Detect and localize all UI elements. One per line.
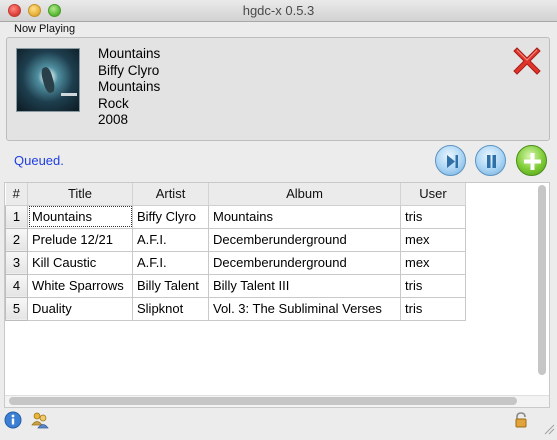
table-row[interactable]: 1 Mountains Biffy Clyro Mountains tris (5, 204, 466, 229)
cell-artist[interactable]: Billy Talent (132, 273, 209, 298)
cell-user[interactable]: mex (400, 250, 466, 275)
table-row[interactable]: 4 White Sparrows Billy Talent Billy Tale… (5, 273, 466, 298)
cell-user[interactable]: mex (400, 227, 466, 252)
resize-grip[interactable] (543, 422, 555, 435)
skip-next-icon (447, 155, 458, 168)
now-playing-metadata: Mountains Biffy Clyro Mountains Rock 200… (98, 46, 160, 129)
now-playing-track: Mountains (98, 46, 161, 61)
now-playing-album: Mountains (98, 79, 161, 95)
cell-album[interactable]: Decemberunderground (208, 250, 401, 275)
now-playing-artist: Biffy Clyro (98, 62, 160, 78)
queue-table-frame: # Title Artist Album User 1 Mountains Bi… (4, 182, 550, 408)
cell-title[interactable]: Duality (27, 296, 133, 321)
pause-icon (487, 155, 496, 168)
skip-button[interactable] (435, 145, 466, 176)
now-playing-genre: Rock (98, 95, 129, 111)
horizontal-scrollbar-track[interactable] (5, 395, 549, 407)
cell-title[interactable]: Prelude 12/21 (27, 227, 133, 252)
remove-button[interactable] (510, 44, 544, 78)
info-icon (4, 411, 22, 429)
row-number: 1 (5, 204, 28, 229)
cell-artist[interactable]: Slipknot (132, 296, 209, 321)
users-button[interactable] (31, 411, 49, 429)
cell-title[interactable]: Kill Caustic (27, 250, 133, 275)
column-header-title[interactable]: Title (27, 183, 133, 206)
row-number: 2 (5, 227, 28, 252)
cell-user[interactable]: tris (400, 204, 466, 229)
table-row[interactable]: 2 Prelude 12/21 A.F.I. Decemberundergrou… (5, 227, 466, 252)
column-header-user[interactable]: User (400, 183, 466, 206)
cell-title[interactable]: White Sparrows (27, 273, 133, 298)
cell-artist[interactable]: A.F.I. (132, 250, 209, 275)
pause-button[interactable] (475, 145, 506, 176)
resize-grip-icon (544, 424, 555, 435)
cell-album[interactable]: Mountains (208, 204, 401, 229)
users-icon (31, 412, 49, 429)
lock-button[interactable] (512, 411, 530, 429)
cell-user[interactable]: tris (400, 273, 466, 298)
lock-icon (515, 412, 527, 428)
table-row[interactable]: 3 Kill Caustic A.F.I. Decemberundergroun… (5, 250, 466, 275)
queue-header-row: # Title Artist Album User (5, 183, 466, 206)
table-row[interactable]: 5 Duality Slipknot Vol. 3: The Sublimina… (5, 296, 466, 321)
column-header-artist[interactable]: Artist (132, 183, 209, 206)
row-number: 4 (5, 273, 28, 298)
info-button[interactable] (4, 411, 22, 429)
row-number: 5 (5, 296, 28, 321)
window-title: hgdc-x 0.5.3 (242, 3, 315, 18)
album-art (16, 48, 80, 112)
title-bar: hgdc-x 0.5.3 (0, 0, 557, 22)
status-text: Queued. (14, 153, 64, 168)
remove-icon (513, 47, 541, 75)
cell-user[interactable]: tris (400, 296, 466, 321)
cell-album[interactable]: Decemberunderground (208, 227, 401, 252)
horizontal-scrollbar[interactable] (9, 397, 517, 405)
cell-album[interactable]: Billy Talent III (208, 273, 401, 298)
column-header-number[interactable]: # (5, 183, 28, 206)
row-number: 3 (5, 250, 28, 275)
add-icon (524, 153, 541, 170)
now-playing-label: Now Playing (14, 23, 76, 35)
cell-artist[interactable]: Biffy Clyro (132, 204, 209, 229)
queue-table: # Title Artist Album User 1 Mountains Bi… (5, 183, 466, 321)
cell-artist[interactable]: A.F.I. (132, 227, 209, 252)
cell-title[interactable]: Mountains (27, 204, 133, 229)
now-playing-year: 2008 (98, 112, 129, 128)
now-playing-panel: Mountains Biffy Clyro Mountains Rock 200… (6, 37, 550, 141)
add-button[interactable] (516, 145, 547, 176)
column-header-album[interactable]: Album (208, 183, 401, 206)
vertical-scrollbar[interactable] (538, 185, 546, 375)
cell-album[interactable]: Vol. 3: The Subliminal Verses (208, 296, 401, 321)
